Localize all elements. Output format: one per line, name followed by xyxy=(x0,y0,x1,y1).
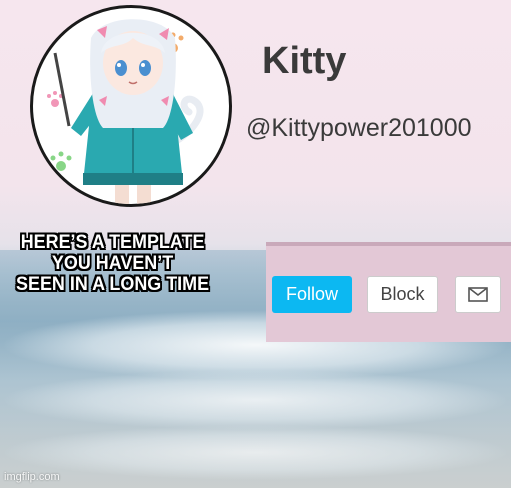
username: Kitty xyxy=(262,40,347,82)
avatar-illustration xyxy=(47,19,204,204)
wave-foam xyxy=(0,370,511,430)
watermark: imgflip.com xyxy=(4,471,60,483)
wave-foam xyxy=(0,425,511,480)
message-button[interactable] xyxy=(455,276,501,313)
envelope-icon xyxy=(468,287,488,302)
caption-line: SEEN IN A LONG TIME xyxy=(16,273,210,295)
meme-caption: HERE’S A TEMPLATE YOU HAVEN’T SEEN IN A … xyxy=(4,232,221,295)
profile-card: Kitty @Kittypower201000 HERE’S A TEMPLAT… xyxy=(0,0,511,488)
caption-line: HERE’S A TEMPLATE xyxy=(20,231,205,253)
block-button[interactable]: Block xyxy=(367,276,438,313)
caption-line: YOU HAVEN’T xyxy=(51,252,174,274)
user-handle: @Kittypower201000 xyxy=(246,114,472,142)
avatar[interactable] xyxy=(30,5,232,207)
follow-button[interactable]: Follow xyxy=(272,276,352,313)
